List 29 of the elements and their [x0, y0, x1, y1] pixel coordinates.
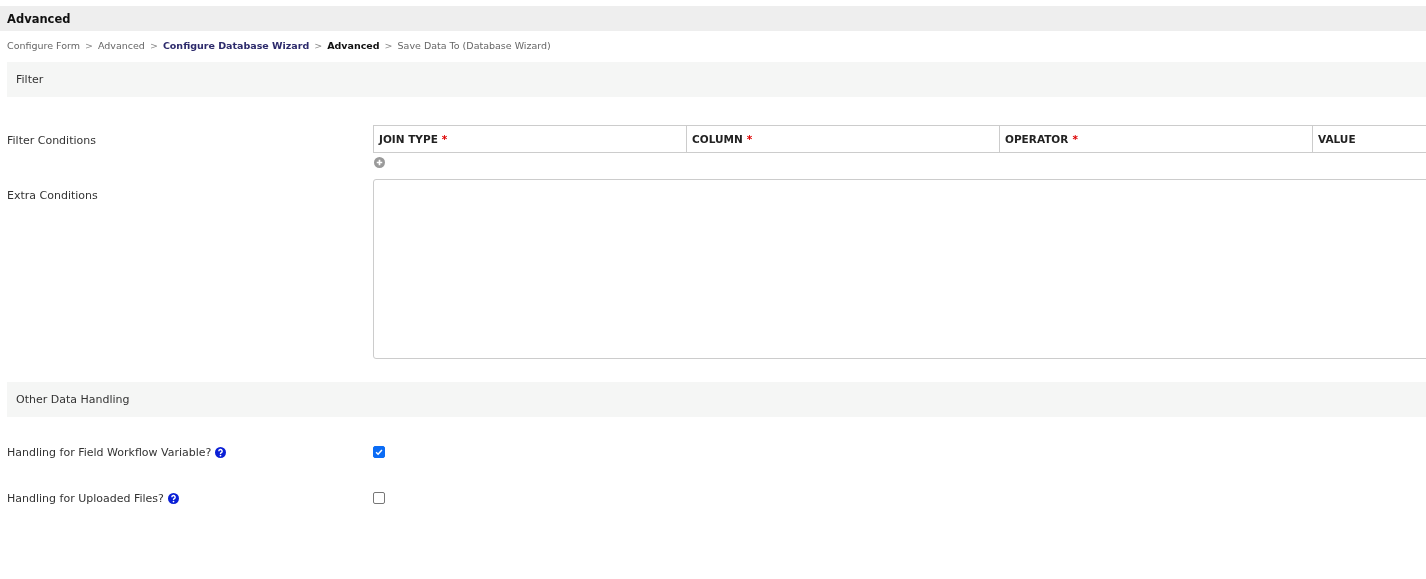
breadcrumb-item[interactable]: Advanced: [97, 40, 145, 53]
help-icon[interactable]: [215, 446, 227, 458]
required-mark: *: [441, 133, 448, 145]
checkbox[interactable]: [373, 446, 385, 458]
page-title: Advanced: [7, 11, 71, 26]
breadcrumb-separator: >: [149, 40, 158, 53]
field-label: Filter Conditions: [7, 133, 97, 149]
field-label: Handling for Field Workflow Variable?: [7, 445, 212, 459]
column-title: JOIN TYPE: [379, 133, 438, 145]
breadcrumb-item[interactable]: Configure Form: [7, 40, 80, 53]
breadcrumb-item[interactable]: Save Data To (Database Wizard): [397, 40, 551, 53]
required-mark: *: [1072, 133, 1078, 145]
required-mark: *: [746, 133, 753, 145]
add-icon[interactable]: [374, 157, 385, 168]
column-title: COLUMN: [692, 133, 743, 145]
checkbox[interactable]: [373, 492, 385, 504]
help-icon[interactable]: [167, 492, 179, 504]
extra-conditions-field[interactable]: [373, 179, 1426, 359]
section-title: Filter: [16, 73, 44, 86]
breadcrumb-separator: >: [314, 40, 323, 53]
breadcrumb-current: Advanced: [327, 40, 380, 53]
field-label: Handling for Uploaded Files?: [7, 491, 164, 505]
column-title: VALUE: [1318, 133, 1356, 145]
breadcrumb-separator: >: [384, 40, 393, 53]
column-title: OPERATOR: [1005, 133, 1069, 145]
section-title: Other Data Handling: [16, 393, 130, 406]
breadcrumb-separator: >: [85, 40, 93, 53]
breadcrumb-link[interactable]: Configure Database Wizard: [162, 40, 310, 53]
field-label: Extra Conditions: [7, 188, 99, 204]
